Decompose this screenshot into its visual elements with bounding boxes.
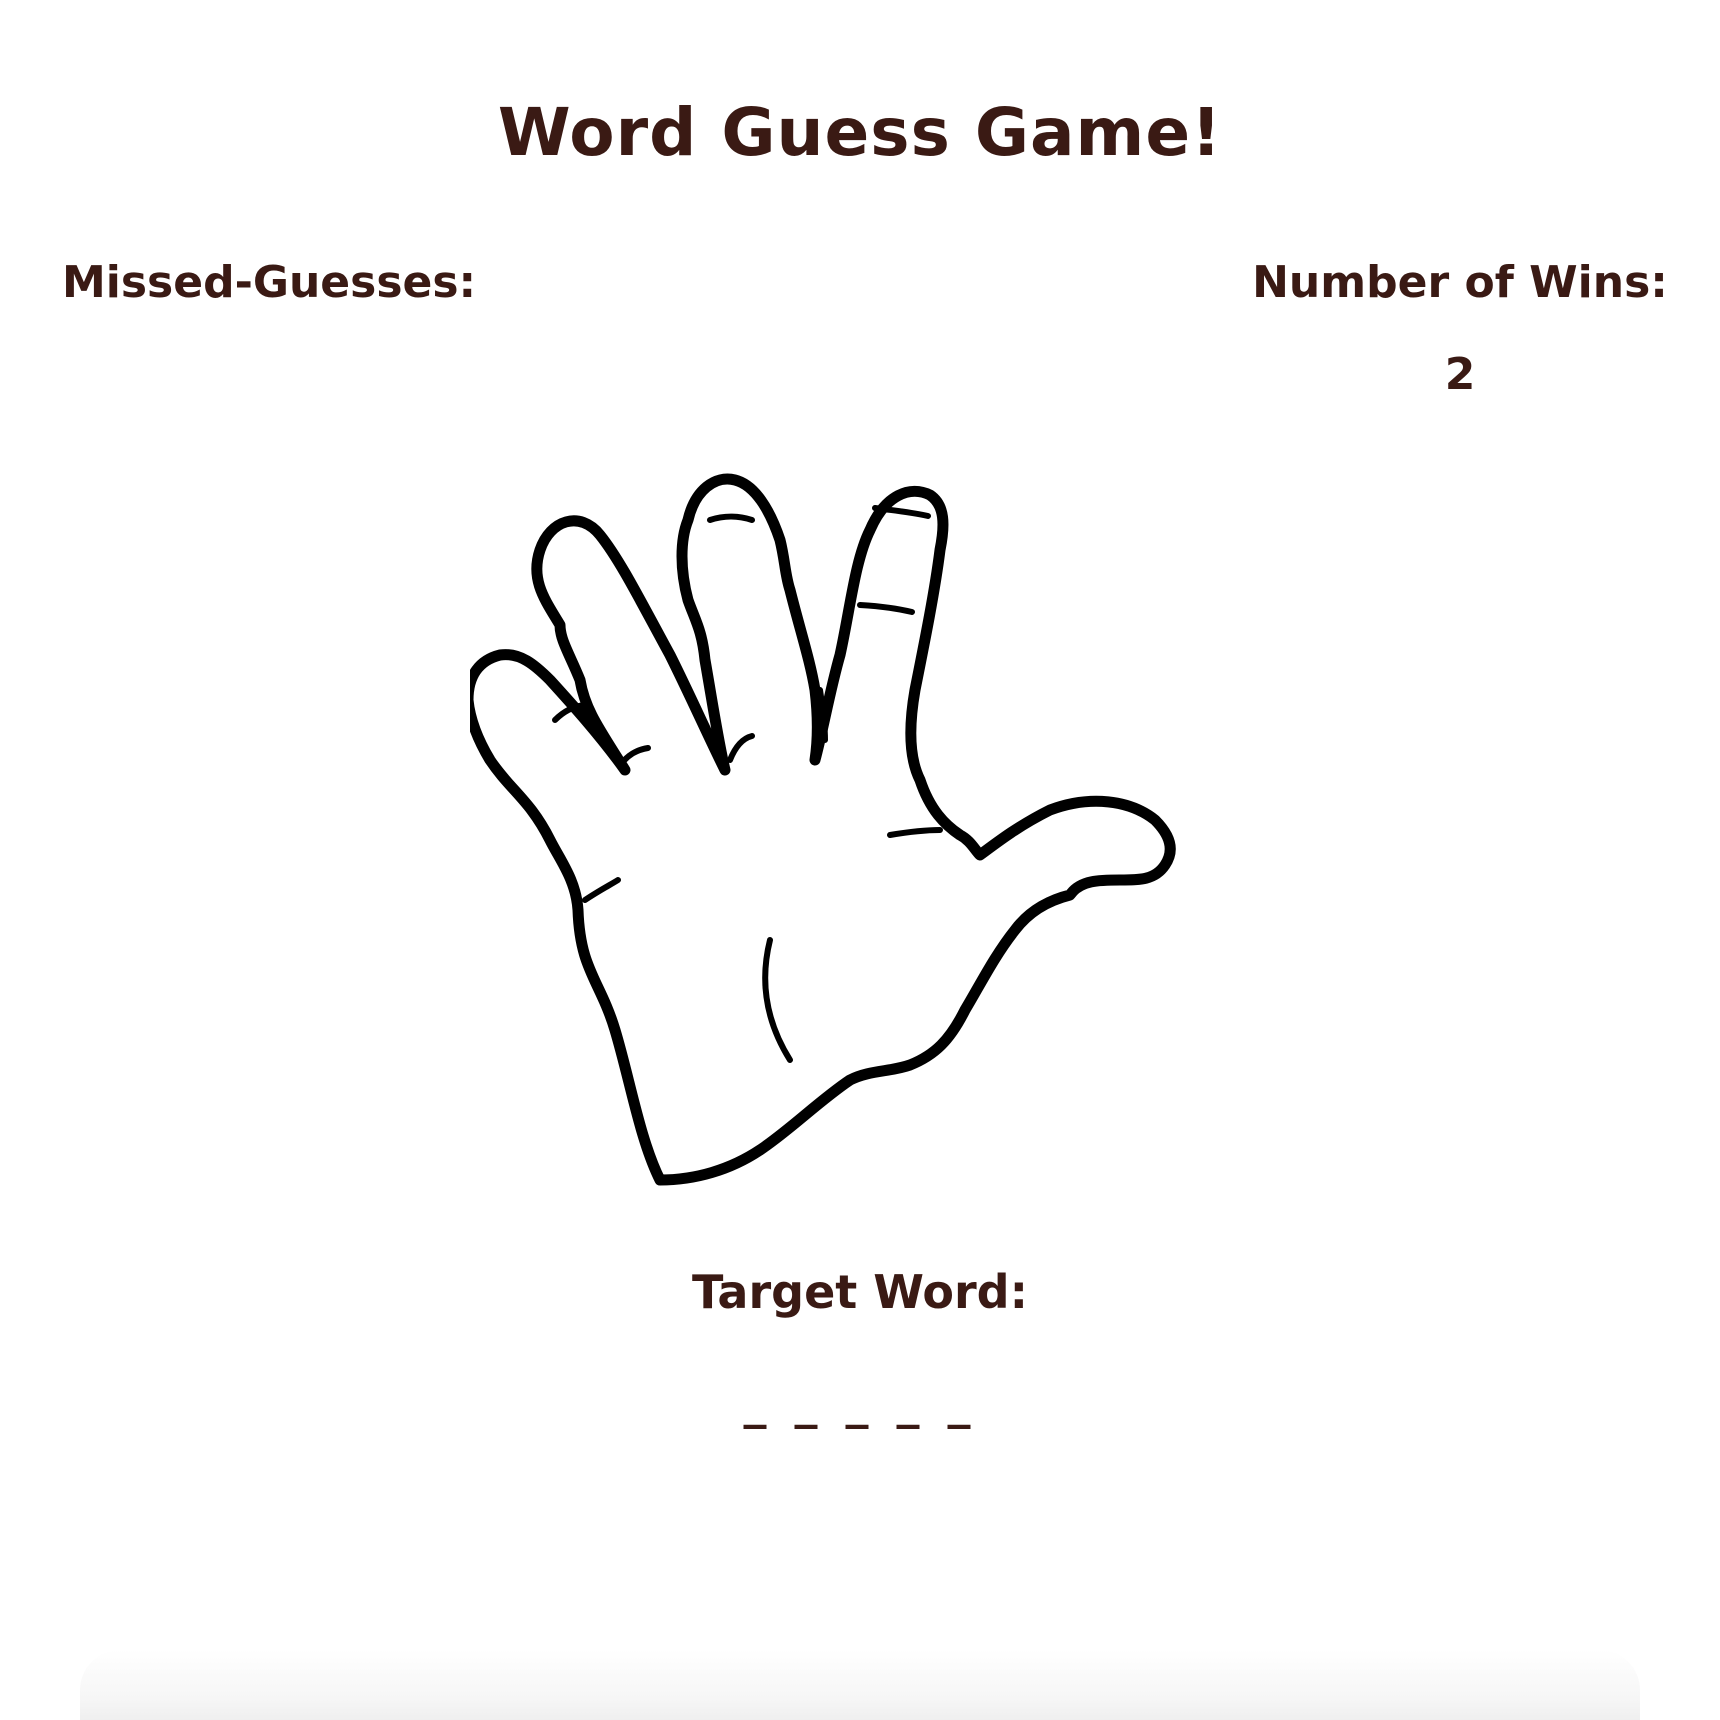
missed-guesses-value [62,340,482,396]
target-word-label: Target Word: [691,1265,1028,1319]
bottom-shadow [80,1650,1640,1720]
hand-image [470,440,1250,1200]
missed-guesses-label: Missed-Guesses: [62,257,477,308]
wins-label: Number of Wins: [1252,257,1668,308]
page-title: Word Guess Game! [497,94,1223,171]
wins-section: Number of Wins: 2 [1240,255,1680,403]
wins-count: 2 [1444,349,1476,400]
target-word-blanks: _ _ _ _ _ [743,1375,977,1429]
hand-icon [470,473,1176,1186]
